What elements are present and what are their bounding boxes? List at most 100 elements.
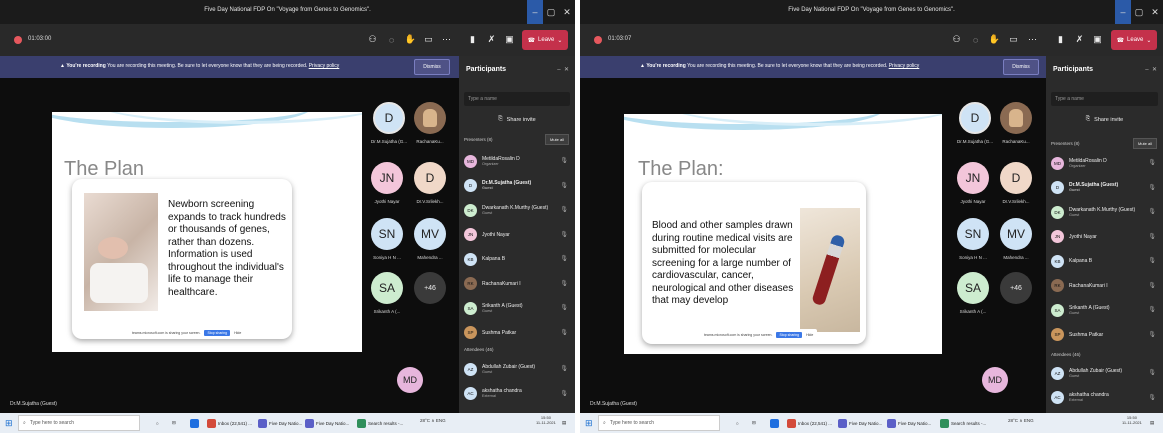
chat-icon[interactable]: ◌ — [969, 33, 982, 46]
search-input[interactable]: Type a name — [464, 92, 570, 106]
attendees-header[interactable]: Attendees (46) — [1051, 352, 1081, 357]
minimize-icon[interactable]: – — [527, 0, 543, 24]
participant-row[interactable]: DK Dwarkanath K.Murthy (Guest) Guest 🎙︎ — [464, 198, 570, 223]
mic-muted-icon[interactable]: 🎙︎ — [1148, 159, 1156, 166]
video-tile[interactable]: JN Jyothi Nayar — [371, 162, 403, 204]
participant-row[interactable]: MD MetildaRosalin D Organizer 🎙︎ — [1051, 151, 1158, 176]
video-tile[interactable]: SA Srikanth A (... — [371, 272, 403, 314]
video-tile[interactable]: D Dr.M.Sujatha (G... — [371, 102, 407, 144]
share-icon[interactable]: ▣ — [503, 33, 516, 46]
cortana-icon[interactable]: ○ — [736, 416, 739, 430]
privacy-policy-link[interactable]: Privacy policy — [889, 63, 920, 69]
mic-muted-icon[interactable]: 🎙︎ — [560, 390, 568, 397]
participant-row[interactable]: RK RachanaKumari I 🎙︎ — [1051, 274, 1158, 299]
participant-row[interactable]: AC akshatha chandra External 🎙︎ — [464, 382, 570, 407]
participant-row[interactable]: SP Sushma Patkar 🎙︎ — [464, 321, 570, 346]
taskbar-app-search[interactable]: Search results -... — [357, 416, 403, 430]
cortana-icon[interactable]: ○ — [156, 416, 159, 430]
camera-off-icon[interactable]: ▮ — [466, 33, 479, 46]
video-tile[interactable]: D Dr.M.Sujatha (G... — [957, 102, 993, 144]
video-tile[interactable]: RachanaKu... — [1000, 102, 1032, 144]
stop-sharing-button[interactable]: Stop sharing — [776, 332, 803, 338]
mic-muted-icon[interactable]: 🎙︎ — [1148, 184, 1156, 191]
mic-muted-icon[interactable]: 🎙︎ — [560, 182, 568, 189]
collapse-icon[interactable]: – — [1145, 67, 1148, 73]
dismiss-button[interactable]: Dismiss — [1003, 59, 1039, 75]
task-view-icon[interactable]: ⊟ — [752, 416, 756, 430]
more-icon[interactable]: ⋯ — [440, 33, 453, 46]
mic-muted-icon[interactable]: 🎙︎ — [560, 206, 568, 213]
video-tile[interactable]: MV Mahendra ... — [1000, 218, 1032, 260]
mic-muted-icon[interactable]: 🎙︎ — [560, 304, 568, 311]
mic-muted-icon[interactable]: 🎙︎ — [1148, 208, 1156, 215]
close-icon[interactable]: ✕ — [559, 0, 575, 24]
participant-row[interactable]: AC akshatha chandra External 🎙︎ — [1051, 386, 1158, 411]
hide-button[interactable]: Hide — [234, 331, 241, 335]
taskbar-clock[interactable]: 15:50 11-11-2021 — [1122, 415, 1142, 425]
participant-row[interactable]: SA Srikanth A (Guest) Guest 🎙︎ — [1051, 298, 1158, 323]
video-tile[interactable]: SN Soniya H N ... — [957, 218, 989, 260]
participant-row[interactable]: SA Srikanth A (Guest) Guest 🎙︎ — [464, 296, 570, 321]
taskbar-app-teams[interactable]: Five Day Natio... — [838, 416, 882, 430]
mic-muted-icon[interactable]: 🎙︎ — [560, 255, 568, 262]
mic-muted-icon[interactable]: 🎙︎ — [1148, 257, 1156, 264]
taskbar-clock[interactable]: 15:50 11-11-2021 — [536, 415, 556, 425]
mute-all-button[interactable]: Mute all — [545, 134, 569, 145]
rooms-icon[interactable]: ▭ — [422, 33, 435, 46]
camera-off-icon[interactable]: ▮ — [1054, 33, 1067, 46]
mic-muted-icon[interactable]: 🎙︎ — [1148, 369, 1156, 376]
windows-start-icon[interactable]: ⊞ — [5, 418, 13, 429]
attendees-header[interactable]: Attendees (46) — [464, 347, 494, 352]
app-icon[interactable] — [770, 416, 779, 430]
video-tile[interactable]: JN Jyothi Nayar — [957, 162, 989, 204]
chevron-down-icon[interactable]: ⌄ — [1146, 37, 1151, 44]
close-panel-icon[interactable]: ✕ — [1152, 67, 1157, 73]
rooms-icon[interactable]: ▭ — [1007, 33, 1020, 46]
leave-button[interactable]: ☎ Leave ⌄ — [1111, 30, 1157, 50]
video-tile[interactable]: MV Mahendra ... — [414, 218, 446, 260]
leave-button[interactable]: ☎ Leave ⌄ — [522, 30, 568, 50]
taskbar-app-teams-2[interactable]: Five Day Natio... — [887, 416, 931, 430]
notifications-icon[interactable]: ▤ — [1150, 416, 1154, 430]
mic-muted-icon[interactable]: 🎙︎ — [1148, 282, 1156, 289]
close-icon[interactable]: ✕ — [1147, 0, 1163, 24]
taskbar-app-search[interactable]: Search results -... — [940, 416, 986, 430]
mic-muted-icon[interactable]: 🎙︎ — [560, 365, 568, 372]
privacy-policy-link[interactable]: Privacy policy — [309, 63, 340, 69]
chat-icon[interactable]: ◌ — [385, 33, 398, 46]
share-invite-button[interactable]: ⎘ Share invite — [1051, 112, 1158, 127]
presenters-header[interactable]: Presenters (8) — [464, 137, 493, 142]
participants-icon[interactable]: ⚇ — [366, 33, 379, 46]
participant-row[interactable]: D Dr.M.Sujatha (Guest) Guest 🎙︎ — [464, 174, 570, 199]
share-invite-button[interactable]: ⎘ Share invite — [464, 112, 570, 127]
more-participants-tile[interactable]: +46 — [1000, 272, 1032, 304]
video-tile[interactable]: RachanaKu... — [414, 102, 446, 144]
participants-icon[interactable]: ⚇ — [950, 33, 963, 46]
video-tile[interactable]: D Dr.V.Srilekh... — [414, 162, 446, 204]
close-panel-icon[interactable]: ✕ — [564, 67, 569, 73]
stop-sharing-button[interactable]: Stop sharing — [204, 330, 231, 336]
mic-muted-icon[interactable]: 🎙︎ — [1148, 331, 1156, 338]
video-tile[interactable]: SN Soniya H N ... — [371, 218, 403, 260]
more-participants-tile[interactable]: +46 — [414, 272, 446, 304]
participant-row[interactable]: AZ Abdullah Zubair (Guest) Guest 🎙︎ — [464, 357, 570, 382]
mic-muted-icon[interactable]: 🎙︎ — [1148, 233, 1156, 240]
participant-row[interactable]: JN Jyothi Nayar 🎙︎ — [464, 223, 570, 248]
maximize-icon[interactable]: ▢ — [1131, 0, 1147, 24]
mic-off-icon[interactable]: ✗ — [1073, 33, 1086, 46]
taskbar-app-teams-2[interactable]: Five Day Natio... — [305, 416, 349, 430]
collapse-icon[interactable]: – — [557, 67, 560, 73]
mic-muted-icon[interactable]: 🎙︎ — [1148, 306, 1156, 313]
participant-row[interactable]: JN Jyothi Nayar 🎙︎ — [1051, 225, 1158, 250]
participant-row[interactable]: RK RachanaKumari I 🎙︎ — [464, 272, 570, 297]
mic-muted-icon[interactable]: 🎙︎ — [560, 157, 568, 164]
system-tray[interactable]: 28°C ∧ ENG — [420, 418, 446, 424]
chevron-down-icon[interactable]: ⌄ — [557, 37, 562, 44]
participant-row[interactable]: AZ Abdullah Zubair (Guest) Guest 🎙︎ — [1051, 361, 1158, 386]
task-view-icon[interactable]: ⊟ — [172, 416, 176, 430]
system-tray[interactable]: 28°C ∧ ENG — [1008, 418, 1034, 424]
participant-row[interactable]: MD MetildaRosalin D Organizer 🎙︎ — [464, 149, 570, 174]
participant-row[interactable]: KB Kalpana B 🎙︎ — [1051, 249, 1158, 274]
minimize-icon[interactable]: – — [1115, 0, 1131, 24]
taskbar-app-inbox[interactable]: Inbox (22,541) ... — [787, 416, 832, 430]
